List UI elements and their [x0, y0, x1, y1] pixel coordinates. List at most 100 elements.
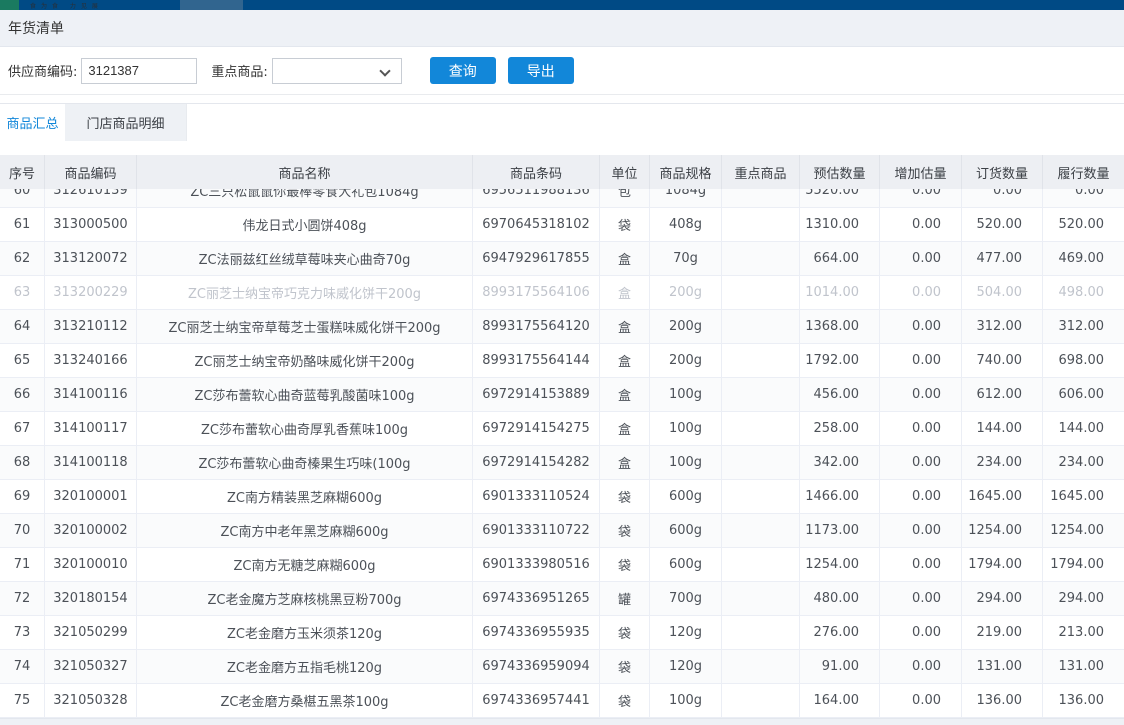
- cell-order: 1254.00: [962, 514, 1043, 547]
- cell-code: 321050327: [45, 650, 137, 683]
- cell-barcode: 6972914154282: [473, 446, 600, 479]
- cell-est: 480.00: [800, 582, 880, 615]
- cell-seq: 63: [0, 276, 45, 309]
- cell-spec: 600g: [650, 514, 722, 547]
- cell-name: ZC老金磨方桑椹五黑茶100g: [137, 684, 473, 717]
- cell-key: [722, 480, 800, 513]
- cell-key: [722, 548, 800, 581]
- cell-barcode: 6972914153889: [473, 378, 600, 411]
- cell-fulfill: 1645.00: [1043, 480, 1124, 513]
- cell-fulfill: 131.00: [1043, 650, 1124, 683]
- cell-key: [722, 310, 800, 343]
- table-row: 69 320100001 ZC南方精装黑芝麻糊600g 690133311052…: [0, 480, 1124, 514]
- cell-barcode: 8993175564106: [473, 276, 600, 309]
- col-header-barcode: 商品条码: [473, 155, 600, 189]
- spacer: [0, 141, 1124, 155]
- cell-unit: 盒: [600, 242, 650, 275]
- cell-est: 456.00: [800, 378, 880, 411]
- cell-barcode: 6972914154275: [473, 412, 600, 445]
- cell-code: 320180154: [45, 582, 137, 615]
- query-form: 供应商编码: 重点商品: 查询 导出: [0, 47, 1124, 95]
- cell-spec: 200g: [650, 276, 722, 309]
- cell-unit: 盒: [600, 310, 650, 343]
- nav-active-menu-tab[interactable]: [180, 0, 243, 10]
- cell-est: 1310.00: [800, 208, 880, 241]
- cell-barcode: 6974336951265: [473, 582, 600, 615]
- table-row: 64 313210112 ZC丽芝士纳宝帝草莓芝士蛋糕味威化饼干200g 899…: [0, 310, 1124, 344]
- cell-key: [722, 344, 800, 377]
- cell-add: 0.00: [880, 650, 962, 683]
- cell-fulfill: 606.00: [1043, 378, 1124, 411]
- cell-order: 1794.00: [962, 548, 1043, 581]
- cell-barcode: 6947929617855: [473, 242, 600, 275]
- cell-fulfill: 520.00: [1043, 208, 1124, 241]
- query-button[interactable]: 查询: [430, 57, 496, 84]
- cell-key: [722, 650, 800, 683]
- cell-name: ZC莎布蕾软心曲奇蓝莓乳酸菌味100g: [137, 378, 473, 411]
- table-row: 71 320100010 ZC南方无糖芝麻糊600g 6901333980516…: [0, 548, 1124, 582]
- cell-barcode: 6970645318102: [473, 208, 600, 241]
- col-header-name: 商品名称: [137, 155, 473, 189]
- cell-key: [722, 208, 800, 241]
- cell-unit: 盒: [600, 344, 650, 377]
- cell-name: ZC南方无糖芝麻糊600g: [137, 548, 473, 581]
- cell-name: ZC莎布蕾软心曲奇榛果生巧味(100g: [137, 446, 473, 479]
- cell-name: ZC老金磨方五指毛桃120g: [137, 650, 473, 683]
- table-row: 61 313000500 伟龙日式小圆饼408g 6970645318102 袋…: [0, 208, 1124, 242]
- cell-code: 321050299: [45, 616, 137, 649]
- cell-key: [722, 276, 800, 309]
- tab-store-product-detail[interactable]: 门店商品明细: [65, 104, 187, 141]
- cell-seq: 74: [0, 650, 45, 683]
- cell-seq: 61: [0, 208, 45, 241]
- cell-seq: 72: [0, 582, 45, 615]
- cell-code: 312610139: [45, 189, 137, 207]
- bottom-scroll-strip: [0, 718, 1124, 725]
- cell-order: 219.00: [962, 616, 1043, 649]
- table-row: 72 320180154 ZC老金魔方芝麻核桃黑豆粉700g 697433695…: [0, 582, 1124, 616]
- cell-code: 320100001: [45, 480, 137, 513]
- cell-code: 313240166: [45, 344, 137, 377]
- cell-code: 320100002: [45, 514, 137, 547]
- cell-unit: 包: [600, 189, 650, 207]
- table-row: 66 314100116 ZC莎布蕾软心曲奇蓝莓乳酸菌味100g 6972914…: [0, 378, 1124, 412]
- table-row: 63 313200229 ZC丽芝士纳宝帝巧克力味威化饼干200g 899317…: [0, 276, 1124, 310]
- col-header-key: 重点商品: [722, 155, 800, 189]
- cell-code: 313000500: [45, 208, 137, 241]
- cell-barcode: 8993175564144: [473, 344, 600, 377]
- table-row: 68 314100118 ZC莎布蕾软心曲奇榛果生巧味(100g 6972914…: [0, 446, 1124, 480]
- goods-table: 序号 商品编码 商品名称 商品条码 单位 商品规格 重点商品 预估数量 增加估量…: [0, 155, 1124, 718]
- cell-spec: 120g: [650, 616, 722, 649]
- cell-name: ZC丽芝士纳宝帝奶酪味威化饼干200g: [137, 344, 473, 377]
- tab-product-summary[interactable]: 商品汇总: [0, 104, 65, 141]
- cell-name: ZC南方中老年黑芝麻糊600g: [137, 514, 473, 547]
- cell-name: ZC老金魔方芝麻核桃黑豆粉700g: [137, 582, 473, 615]
- page-title-bar: 年货清单: [0, 10, 1124, 47]
- cell-key: [722, 514, 800, 547]
- cell-key: [722, 616, 800, 649]
- cell-key: [722, 189, 800, 207]
- cell-code: 314100118: [45, 446, 137, 479]
- cell-seq: 71: [0, 548, 45, 581]
- supplier-code-input[interactable]: [81, 58, 197, 84]
- cell-spec: 600g: [650, 548, 722, 581]
- cell-name: ZC三只松鼠鼠你最棒零食大礼包1084g: [137, 189, 473, 207]
- cell-fulfill: 469.00: [1043, 242, 1124, 275]
- cell-barcode: 6974336957441: [473, 684, 600, 717]
- cell-unit: 袋: [600, 480, 650, 513]
- cell-seq: 64: [0, 310, 45, 343]
- cell-seq: 70: [0, 514, 45, 547]
- cell-name: ZC南方精装黑芝麻糊600g: [137, 480, 473, 513]
- tab-product-summary-label: 商品汇总: [6, 113, 58, 132]
- export-button[interactable]: 导出: [508, 57, 574, 84]
- cell-add: 0.00: [880, 616, 962, 649]
- cell-seq: 75: [0, 684, 45, 717]
- cell-order: 131.00: [962, 650, 1043, 683]
- cell-fulfill: 136.00: [1043, 684, 1124, 717]
- key-product-select[interactable]: [272, 58, 402, 84]
- cell-code: 314100117: [45, 412, 137, 445]
- cell-key: [722, 242, 800, 275]
- cell-unit: 盒: [600, 446, 650, 479]
- cell-name: ZC丽芝士纳宝帝巧克力味威化饼干200g: [137, 276, 473, 309]
- cell-spec: 100g: [650, 378, 722, 411]
- col-header-add: 增加估量: [880, 155, 962, 189]
